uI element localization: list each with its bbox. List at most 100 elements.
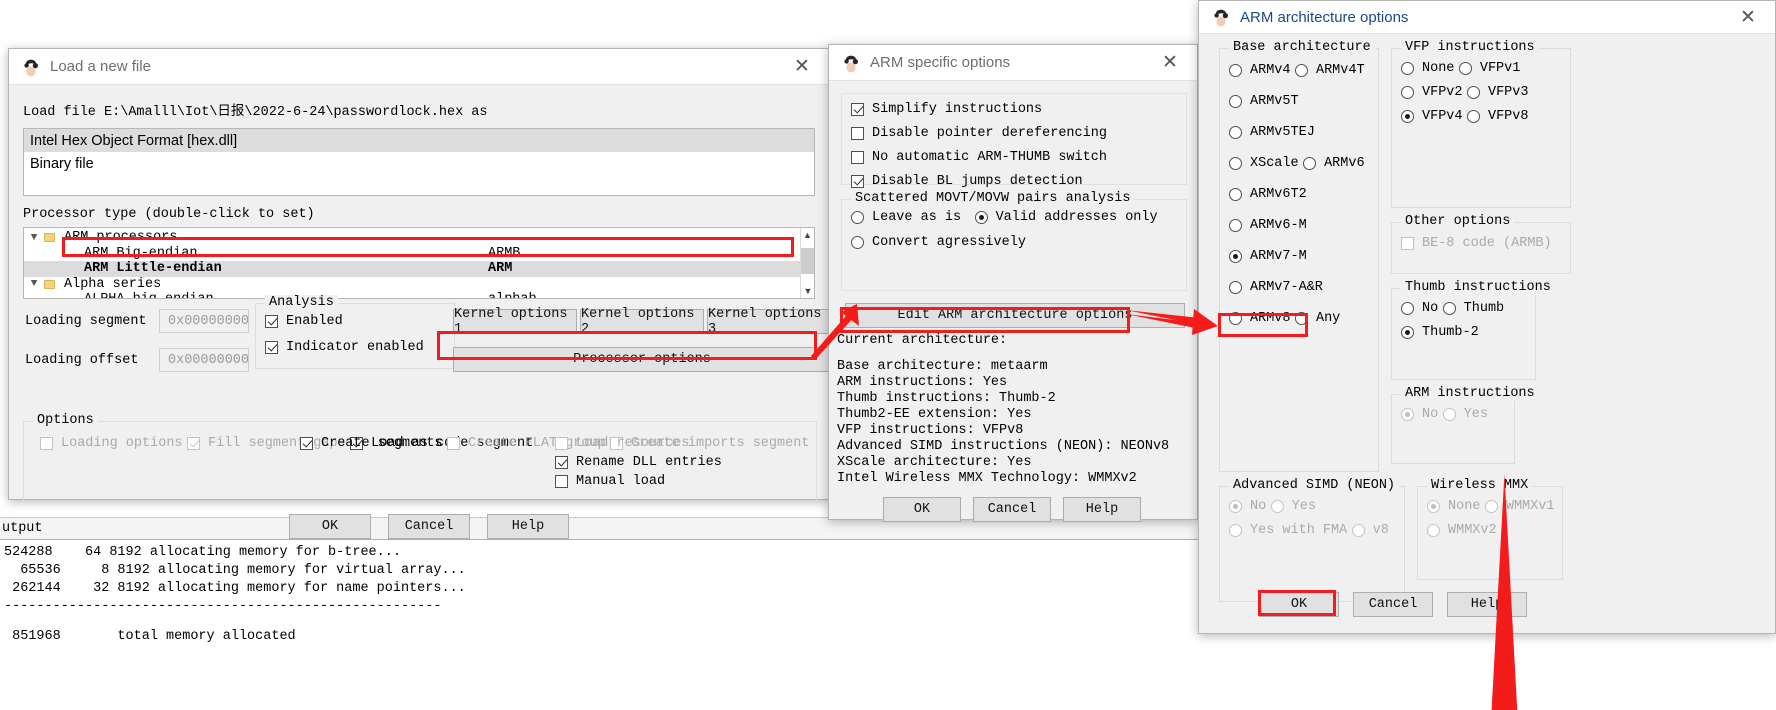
- wmmxv2-radio[interactable]: WMMXv2: [1427, 523, 1497, 538]
- tree-row[interactable]: ARM Big-endian ARMB: [24, 246, 814, 262]
- neon-yes-with-fma-radio[interactable]: Yes with FMA: [1229, 523, 1347, 538]
- vfp-none-radio[interactable]: None: [1401, 61, 1454, 76]
- help-button[interactable]: Help: [1063, 497, 1141, 522]
- arm-instructions-yes-radio[interactable]: Yes: [1442, 407, 1488, 422]
- arm-instructions-no-radio[interactable]: No: [1401, 407, 1438, 422]
- vfpv3-radio[interactable]: VFPv3: [1466, 85, 1528, 100]
- any-radio[interactable]: Any: [1294, 311, 1340, 326]
- manual-load-checkbox[interactable]: Manual load: [555, 474, 665, 489]
- cancel-button[interactable]: Cancel: [388, 514, 470, 539]
- chevron-down-icon[interactable]: ▼: [24, 278, 44, 290]
- arch-help-button[interactable]: Help: [1447, 592, 1527, 617]
- output-line: 524288 64 8192 allocating memory for b-t…: [4, 545, 401, 560]
- file-format-list[interactable]: Intel Hex Object Format [hex.dll] Binary…: [23, 128, 815, 196]
- armv4t-radio[interactable]: ARMv4T: [1294, 63, 1365, 78]
- disable-bl-jumps-detection-checkbox[interactable]: Disable BL jumps detection: [851, 174, 1083, 189]
- cancel-button[interactable]: Cancel: [973, 497, 1051, 522]
- close-icon[interactable]: ✕: [781, 52, 823, 82]
- list-item[interactable]: Binary file: [24, 152, 814, 175]
- wmmxv1-radio[interactable]: WMMXv1: [1484, 499, 1554, 514]
- edit-arm-architecture-button[interactable]: Edit ARM architecture options: [845, 303, 1185, 328]
- leave-as-is-radio[interactable]: Leave as is: [851, 210, 961, 225]
- arch-ok-button[interactable]: OK: [1259, 592, 1339, 617]
- radio-icon: [974, 211, 988, 224]
- rename-dll-entries-checkbox[interactable]: Rename DLL entries: [555, 455, 722, 470]
- kernel-options-2-button[interactable]: Kernel options 2: [580, 307, 704, 337]
- simplify-instructions-checkbox[interactable]: Simplify instructions: [851, 102, 1042, 117]
- checkbox-icon: [265, 315, 278, 328]
- checkbox-icon: [555, 456, 568, 469]
- analysis-indicator-checkbox[interactable]: Indicator enabled: [265, 340, 424, 355]
- disable-pointer-dereferencing-checkbox[interactable]: Disable pointer dereferencing: [851, 126, 1107, 141]
- vfpv2-radio[interactable]: VFPv2: [1401, 85, 1463, 100]
- neon-v8-radio[interactable]: v8: [1351, 523, 1389, 538]
- close-icon[interactable]: ✕: [1727, 2, 1769, 32]
- arch-cancel-button[interactable]: Cancel: [1353, 592, 1433, 617]
- loading-options-checkbox[interactable]: Loading options: [40, 436, 183, 451]
- kernel-options-3-button[interactable]: Kernel options 3: [707, 307, 831, 337]
- radio-label: ARMv6-M: [1250, 218, 1307, 233]
- armv6t2-radio[interactable]: ARMv6T2: [1229, 187, 1307, 202]
- radio-icon: [1229, 250, 1242, 263]
- ok-button[interactable]: OK: [289, 514, 371, 539]
- analysis-enabled-checkbox[interactable]: Enabled: [265, 314, 343, 329]
- radio-label: ARMv4T: [1315, 63, 1365, 78]
- arm-specific-titlebar: ARM specific options ✕: [829, 45, 1197, 81]
- processor-options-button[interactable]: Processor options: [453, 347, 831, 372]
- armv6m-radio[interactable]: ARMv6-M: [1229, 218, 1307, 233]
- valid-addresses-only-radio[interactable]: Valid addresses only: [974, 210, 1158, 225]
- armv4-radio[interactable]: ARMv4: [1229, 63, 1291, 78]
- create-segments-checkbox[interactable]: Create segments: [300, 436, 443, 451]
- scrollbar-thumb[interactable]: [801, 248, 814, 274]
- be8-code-checkbox[interactable]: BE-8 code (ARMB): [1401, 236, 1552, 251]
- armv6-radio[interactable]: ARMv6: [1303, 156, 1365, 171]
- vfpv8-radio[interactable]: VFPv8: [1466, 109, 1528, 124]
- tree-row[interactable]: ALPHA big endian alphab: [24, 292, 814, 298]
- no-automatic-arm-thumb-switch-checkbox[interactable]: No automatic ARM-THUMB switch: [851, 150, 1107, 165]
- armv8-radio[interactable]: ARMv8: [1229, 311, 1291, 326]
- ok-button[interactable]: OK: [883, 497, 961, 522]
- arm-flags-group: Simplify instructions Disable pointer de…: [841, 93, 1187, 189]
- kernel-options-1-button[interactable]: Kernel options 1: [453, 307, 577, 337]
- scroll-up-icon[interactable]: ▲: [801, 228, 814, 242]
- list-item[interactable]: Intel Hex Object Format [hex.dll]: [24, 129, 814, 152]
- load-dialog-buttons: OK Cancel Help: [289, 514, 569, 539]
- armv5tej-radio[interactable]: ARMv5TEJ: [1229, 125, 1315, 140]
- tree-row[interactable]: ▼ Alpha series: [24, 277, 814, 293]
- thumb-no-radio[interactable]: No: [1401, 301, 1438, 316]
- radio-icon: [1229, 219, 1242, 232]
- radio-label: Thumb-2: [1422, 325, 1479, 340]
- convert-agressively-radio[interactable]: Convert agressively: [851, 235, 1026, 250]
- processor-type-tree[interactable]: ▼ ARM processors ARM Big-endian ARMB ARM…: [23, 227, 815, 299]
- neon-yes-radio[interactable]: Yes: [1270, 499, 1316, 514]
- close-icon[interactable]: ✕: [1149, 48, 1191, 78]
- thumb-radio[interactable]: Thumb: [1442, 301, 1504, 316]
- neon-no-radio[interactable]: No: [1229, 499, 1266, 514]
- arch-detail-line: Base architecture: metaarm: [837, 359, 1048, 374]
- radio-icon: [1427, 524, 1440, 537]
- vfpv1-radio[interactable]: VFPv1: [1458, 61, 1520, 76]
- armv5t-radio[interactable]: ARMv5T: [1229, 94, 1299, 109]
- ida-woman-icon: [24, 59, 38, 76]
- loading-offset-input[interactable]: 0x00000000: [159, 348, 249, 372]
- output-log[interactable]: 524288 64 8192 allocating memory for b-t…: [0, 540, 1200, 646]
- wmmx-none-radio[interactable]: None: [1427, 499, 1480, 514]
- thumb2-radio[interactable]: Thumb-2: [1401, 325, 1479, 340]
- radio-icon: [1229, 188, 1242, 201]
- xscale-radio[interactable]: XScale: [1229, 156, 1299, 171]
- radio-label: ARMv8: [1250, 311, 1291, 326]
- ida-woman-icon: [1214, 9, 1228, 27]
- chevron-down-icon[interactable]: ▼: [24, 232, 44, 244]
- armv7m-radio[interactable]: ARMv7-M: [1229, 249, 1307, 264]
- armv7ar-radio[interactable]: ARMv7-A&R: [1229, 280, 1323, 295]
- help-button[interactable]: Help: [487, 514, 569, 539]
- load-resources-checkbox[interactable]: Load resources: [555, 436, 689, 451]
- vfp-options: None VFPv1 VFPv2 VFPv3 VFPv4 VFPv8: [1392, 49, 1570, 133]
- scroll-down-icon[interactable]: ▼: [801, 284, 814, 298]
- loading-segment-input[interactable]: 0x00000000: [159, 309, 249, 333]
- tree-row-selected[interactable]: ARM Little-endian ARM: [24, 261, 814, 277]
- tree-row[interactable]: ▼ ARM processors: [24, 230, 814, 246]
- vfpv4-radio[interactable]: VFPv4: [1401, 109, 1463, 124]
- radio-icon: [1401, 110, 1414, 123]
- tree-scrollbar[interactable]: ▲ ▼: [800, 228, 814, 298]
